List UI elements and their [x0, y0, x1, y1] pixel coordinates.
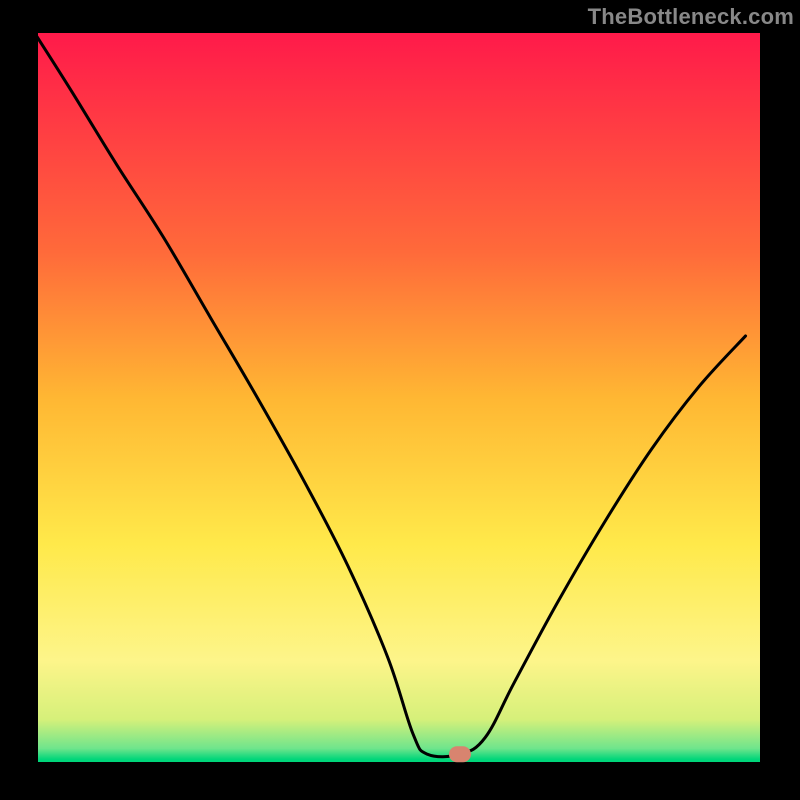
watermark-label: TheBottleneck.com [588, 4, 794, 30]
chart-container: TheBottleneck.com [0, 0, 800, 800]
optimal-marker [449, 746, 471, 762]
plot-area [37, 33, 760, 763]
bottleneck-chart [0, 0, 800, 800]
